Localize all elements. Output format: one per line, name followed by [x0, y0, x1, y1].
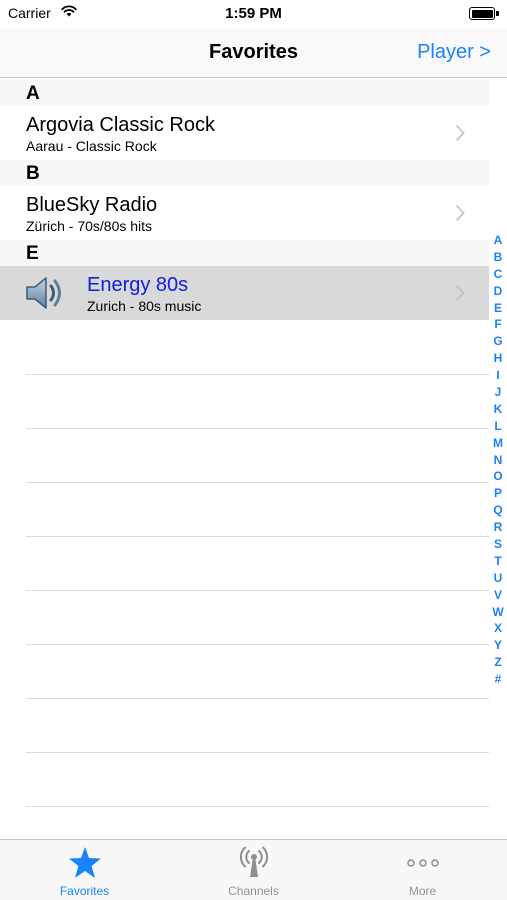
index-letter[interactable]: Q: [489, 502, 507, 519]
index-letter[interactable]: R: [489, 519, 507, 536]
station-subtitle: Zurich - 80s music: [87, 298, 202, 314]
station-subtitle: Aarau - Classic Rock: [26, 138, 157, 154]
row-separator: [26, 590, 489, 591]
section-letter: E: [26, 243, 39, 264]
index-letter[interactable]: I: [489, 367, 507, 384]
station-title: Argovia Classic Rock: [26, 114, 215, 136]
speaker-icon: [26, 277, 61, 309]
status-bar: Carrier 1:59 PM: [0, 0, 507, 28]
row-separator: [26, 806, 489, 807]
index-letter[interactable]: C: [489, 266, 507, 283]
tab-label: Channels: [228, 884, 279, 898]
station-title: BlueSky Radio: [26, 194, 158, 216]
row-separator: [26, 752, 489, 753]
index-letter[interactable]: B: [489, 249, 507, 266]
tab-favorites[interactable]: Favorites: [0, 840, 169, 900]
tab-label: More: [408, 884, 437, 898]
station-title: Energy 80s: [87, 274, 189, 296]
tab-channels[interactable]: Channels: [169, 840, 338, 900]
index-letter[interactable]: E: [489, 300, 507, 317]
section-header-a: A: [0, 80, 489, 106]
station-row-energy-80s[interactable]: Energy 80s Zurich - 80s music: [0, 266, 489, 320]
status-time: 1:59 PM: [225, 5, 282, 22]
index-letter[interactable]: T: [489, 553, 507, 570]
index-letter[interactable]: D: [489, 283, 507, 300]
index-letter[interactable]: H: [489, 350, 507, 367]
index-letter[interactable]: Z: [489, 654, 507, 671]
battery-icon: [469, 7, 499, 20]
index-letter[interactable]: L: [489, 418, 507, 435]
more-icon: [406, 859, 439, 867]
index-letter[interactable]: M: [489, 435, 507, 452]
station-subtitle: Zürich - 70s/80s hits: [26, 218, 153, 234]
section-header-b: B: [0, 160, 489, 186]
row-separator: [26, 428, 489, 429]
index-letter[interactable]: U: [489, 570, 507, 587]
index-letter[interactable]: F: [489, 316, 507, 333]
index-letter[interactable]: #: [489, 671, 507, 688]
section-letter: A: [26, 83, 40, 104]
section-header-e: E: [0, 240, 489, 266]
tab-label: Favorites: [59, 884, 110, 898]
favorites-table[interactable]: A Argovia Classic Rock Aarau - Classic R…: [0, 79, 507, 839]
station-row-argovia[interactable]: Argovia Classic Rock Aarau - Classic Roc…: [0, 106, 489, 160]
index-letter[interactable]: X: [489, 620, 507, 637]
chevron-right-icon: [455, 204, 465, 222]
navigation-bar: Favorites Player >: [0, 28, 507, 78]
row-separator: [26, 374, 489, 375]
section-letter: B: [26, 163, 40, 184]
row-separator: [26, 536, 489, 537]
player-button[interactable]: Player >: [417, 41, 491, 64]
chevron-right-icon: [455, 124, 465, 142]
index-letter[interactable]: Y: [489, 637, 507, 654]
index-letter[interactable]: S: [489, 536, 507, 553]
section-index[interactable]: A B C D E F G H I J K L M N O P Q R S T U V W X Y Z #: [489, 232, 507, 688]
index-letter[interactable]: G: [489, 333, 507, 350]
chevron-right-icon: [455, 284, 465, 302]
antenna-icon: [239, 846, 268, 877]
index-letter[interactable]: P: [489, 485, 507, 502]
index-letter[interactable]: W: [489, 604, 507, 621]
index-letter[interactable]: K: [489, 401, 507, 418]
index-letter[interactable]: A: [489, 232, 507, 249]
row-separator: [26, 698, 489, 699]
tab-more[interactable]: More: [338, 840, 507, 900]
row-separator: [26, 482, 489, 483]
row-separator: [26, 644, 489, 645]
index-letter[interactable]: O: [489, 468, 507, 485]
tab-bar: Favorites Channels More: [0, 839, 507, 900]
star-icon: [68, 847, 101, 878]
index-letter[interactable]: J: [489, 384, 507, 401]
index-letter[interactable]: V: [489, 587, 507, 604]
index-letter[interactable]: N: [489, 452, 507, 469]
station-row-bluesky[interactable]: BlueSky Radio Zürich - 70s/80s hits: [0, 186, 489, 240]
